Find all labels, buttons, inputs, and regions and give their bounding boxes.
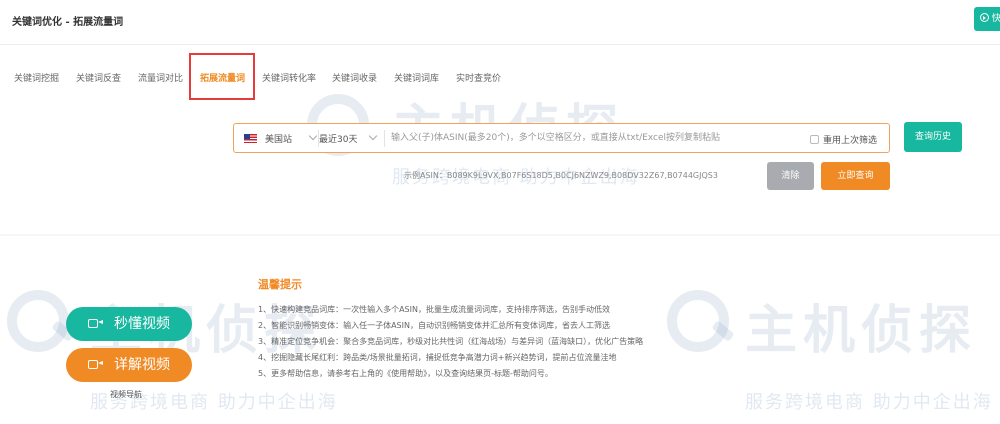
us-flag-icon: [244, 134, 257, 143]
reuse-filter-label: 重用上次筛选: [823, 136, 878, 146]
tab-traffic-compare[interactable]: 流量词对比: [138, 71, 183, 84]
tab-keyword-reverse[interactable]: 关键词反查: [76, 71, 121, 84]
tip-item: 4、挖掘隐藏长尾红利：跨品类/场景批量拓词，捕捉低竞争高潜力词+新兴趋势词，提前…: [258, 353, 617, 362]
quick-action-button[interactable]: 快: [974, 7, 1000, 31]
query-panel: 关键词挖掘 关键词反查 流量词对比 拓展流量词 关键词转化率 关键词收录 关键词…: [0, 44, 1000, 234]
tip-item: 3、精准定位竞争机会：聚合多竞品词库，秒级对比共性词（红海战场）与差异词（蓝海缺…: [258, 337, 644, 346]
detail-video-button[interactable]: 详解视频: [66, 348, 192, 382]
asin-search-box: 美国站 最近30天 重用上次筛选: [233, 123, 890, 153]
clear-button[interactable]: 清除: [767, 162, 814, 190]
marketplace-select[interactable]: 美国站: [265, 132, 292, 145]
play-circle-icon: [980, 13, 989, 22]
video-camera-icon: [88, 360, 103, 369]
quick-video-button[interactable]: 秒懂视频: [66, 307, 192, 341]
asin-input[interactable]: [391, 128, 801, 148]
example-asin-text: 示例ASIN：B089K9L9VX,B07F6S18D5,B0CJ6NZWZ9,…: [404, 171, 718, 180]
tab-conversion-rate[interactable]: 关键词转化率: [262, 71, 316, 84]
watermark-subtext: 服务跨境电商 助力中企出海: [745, 392, 993, 413]
video-camera-icon: [88, 319, 103, 328]
page-header: 关键词优化 - 拓展流量词 快: [0, 0, 1000, 44]
period-select[interactable]: 最近30天: [319, 132, 357, 145]
tip-item: 1、快速构建竞品词库：一次性输入多个ASIN，批量生成流量词词库，支持排序筛选，…: [258, 305, 610, 314]
tip-item: 5、更多帮助信息，请参考右上角的《使用帮助》，以及查询结果页-标题-帮助问号。: [258, 369, 553, 378]
reuse-filter-checkbox[interactable]: 重用上次筛选: [810, 133, 877, 146]
query-history-button[interactable]: 查询历史: [904, 122, 962, 152]
tips-section: 主机侦探 服务跨境电商 助力中企出海 主机侦探 服务跨境电商 助力中企出海 温馨…: [0, 236, 1000, 424]
detail-video-label: 详解视频: [114, 357, 170, 373]
submit-query-button[interactable]: 立即查询: [821, 162, 890, 190]
tab-keyword-mining[interactable]: 关键词挖掘: [14, 71, 59, 84]
active-tab-highlight: [189, 53, 255, 100]
tab-realtime-bid[interactable]: 实时查竞价: [456, 71, 501, 84]
divider: [384, 130, 385, 147]
tab-keyword-library[interactable]: 关键词词库: [394, 71, 439, 84]
quick-video-label: 秒懂视频: [114, 316, 170, 332]
video-nav-link[interactable]: 视频导航: [110, 389, 142, 400]
tab-keyword-index[interactable]: 关键词收录: [332, 71, 377, 84]
tips-title: 温馨提示: [258, 278, 302, 291]
quick-action-label: 快: [991, 14, 1000, 24]
checkbox-icon[interactable]: [810, 135, 819, 144]
tip-item: 2、智能识别畅销变体：输入任一子体ASIN，自动识别畅销变体并汇总所有变体词库，…: [258, 321, 610, 330]
watermark-logo-icon: [667, 290, 734, 352]
watermark-text: 主机侦探: [745, 301, 978, 361]
chevron-down-icon: [368, 131, 378, 141]
page-title: 关键词优化 - 拓展流量词: [12, 17, 124, 28]
chevron-down-icon: [308, 131, 318, 141]
